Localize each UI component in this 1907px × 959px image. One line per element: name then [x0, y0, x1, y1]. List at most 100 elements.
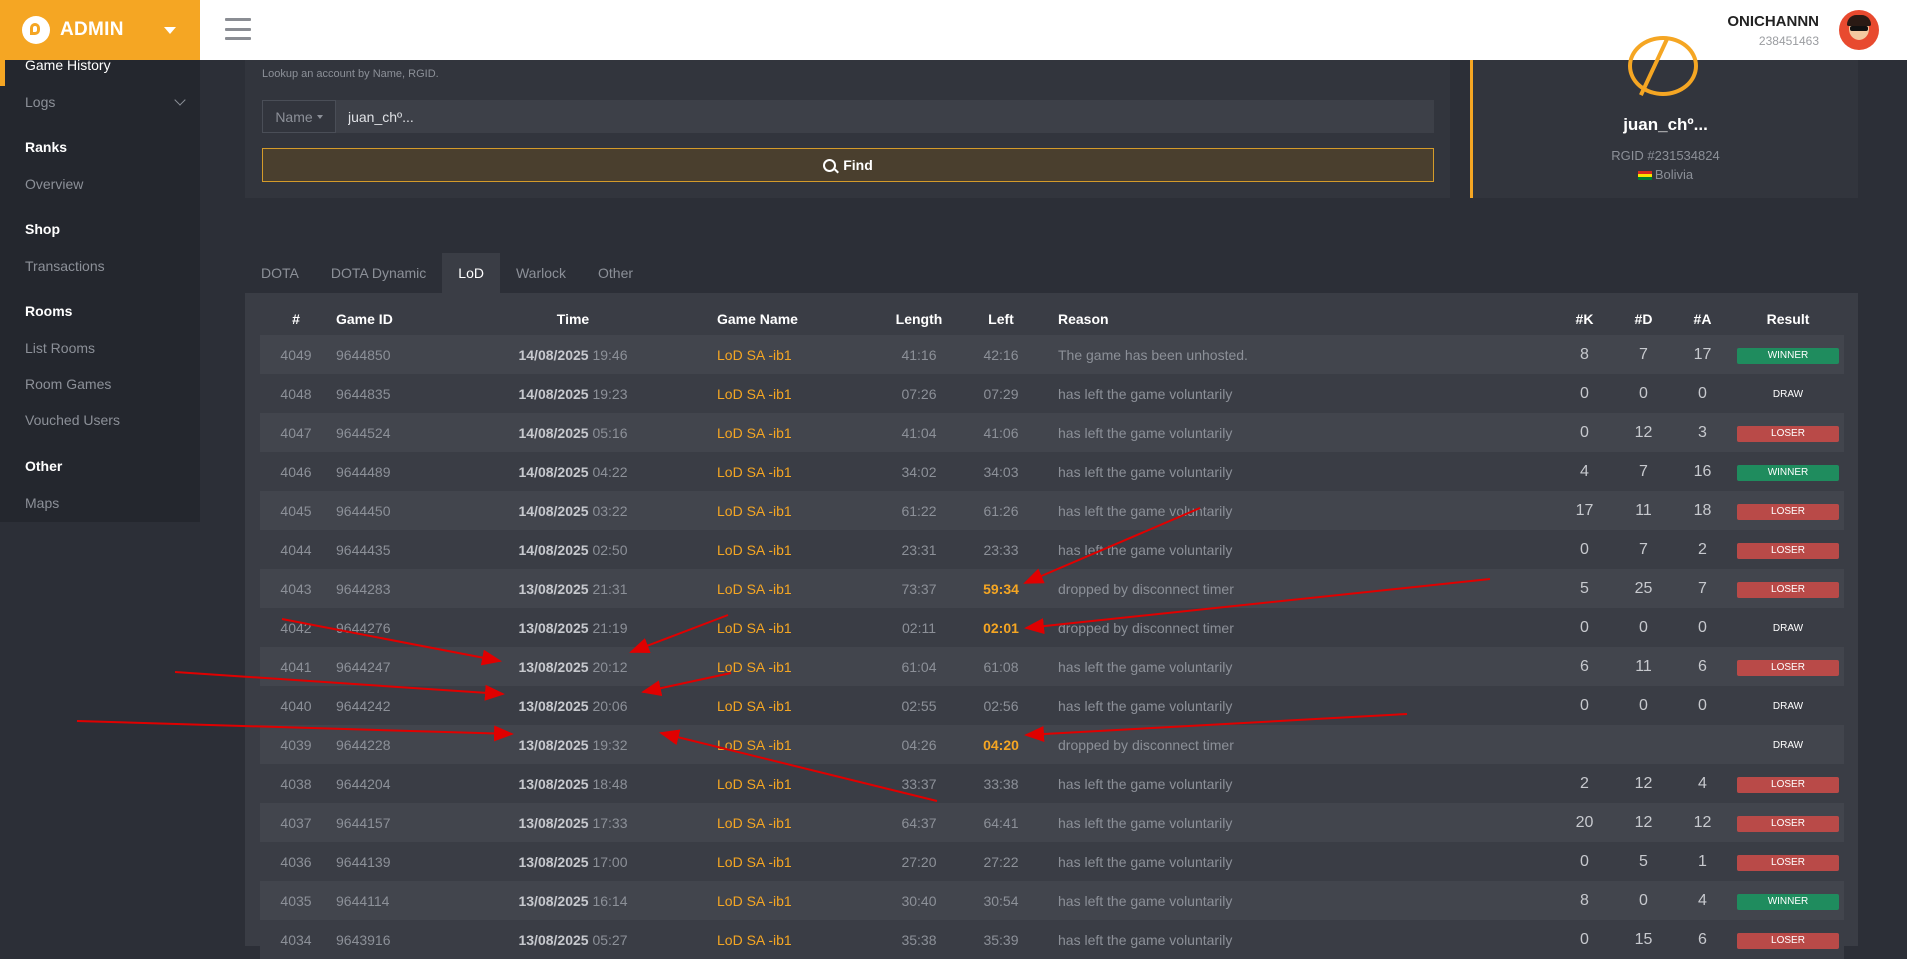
row-time: 13/08/2025 05:27 — [457, 920, 689, 959]
row-length: 27:20 — [868, 842, 970, 881]
col-header-time: Time — [556, 311, 590, 327]
row-num: 4040 — [260, 686, 332, 725]
row-kills: 0 — [1555, 920, 1614, 959]
row-left: 34:03 — [970, 452, 1032, 491]
row-date: 13/08/2025 — [518, 892, 589, 909]
user-name[interactable]: ONICHANNN — [1727, 13, 1819, 30]
row-game-id: 9644435 — [332, 530, 457, 569]
table-row[interactable]: 4043 9644283 13/08/2025 21:31 LoD SA -ib1 73… — [260, 569, 1844, 608]
row-deaths: 15 — [1614, 920, 1673, 959]
table-row[interactable]: 4038 9644204 13/08/2025 18:48 LoD SA -ib1 33… — [260, 764, 1844, 803]
find-button-label: Find — [843, 157, 873, 173]
sidebar-item-logs[interactable]: Logs — [25, 94, 55, 110]
row-reason: has left the game voluntarily — [1032, 686, 1555, 725]
row-date: 14/08/2025 — [518, 346, 589, 363]
row-reason: The game has been unhosted. — [1032, 335, 1555, 374]
table-row[interactable]: 4049 9644850 14/08/2025 19:46 LoD SA -ib1 41… — [260, 335, 1844, 374]
table-row[interactable]: 4042 9644276 13/08/2025 21:19 LoD SA -ib1 02… — [260, 608, 1844, 647]
row-left: 35:39 — [970, 920, 1032, 959]
row-time: 13/08/2025 17:00 — [457, 842, 689, 881]
row-time: 14/08/2025 19:23 — [457, 374, 689, 413]
row-kills: 0 — [1555, 842, 1614, 881]
row-result: LOSER — [1732, 569, 1844, 608]
row-game-name: LoD SA -ib1 — [689, 725, 868, 764]
row-date: 13/08/2025 — [518, 580, 589, 597]
sidebar-item-game-history[interactable]: Game History — [25, 57, 111, 73]
table-row[interactable]: 4044 9644435 14/08/2025 02:50 LoD SA -ib1 23… — [260, 530, 1844, 569]
row-assists: 18 — [1673, 491, 1732, 530]
tab-lod[interactable]: LoD — [442, 253, 500, 293]
row-deaths: 7 — [1614, 335, 1673, 374]
row-time: 13/08/2025 21:31 — [457, 569, 689, 608]
brand[interactable]: ADMIN — [0, 0, 200, 60]
row-game-id: 9644242 — [332, 686, 457, 725]
row-assists: 17 — [1673, 335, 1732, 374]
row-length: 61:04 — [868, 647, 970, 686]
table-row[interactable]: 4045 9644450 14/08/2025 03:22 LoD SA -ib1 61… — [260, 491, 1844, 530]
logo-icon — [22, 16, 50, 44]
row-date: 13/08/2025 — [518, 736, 589, 753]
row-date: 14/08/2025 — [518, 385, 589, 402]
sidebar-item-transactions[interactable]: Transactions — [25, 258, 105, 274]
col-header-left: Left — [988, 311, 1014, 327]
table-row[interactable]: 4039 9644228 13/08/2025 19:32 LoD SA -ib1 04… — [260, 725, 1844, 764]
row-game-name: LoD SA -ib1 — [689, 452, 868, 491]
sidebar-item-vouched-users[interactable]: Vouched Users — [25, 412, 120, 428]
profile-card: juan_chº... RGID #231534824 Bolivia — [1470, 36, 1858, 198]
result-badge: LOSER — [1737, 777, 1839, 793]
row-deaths — [1614, 725, 1673, 764]
hamburger-menu-icon[interactable] — [225, 18, 251, 40]
table-row[interactable]: 4048 9644835 14/08/2025 19:23 LoD SA -ib1 07… — [260, 374, 1844, 413]
row-deaths: 11 — [1614, 491, 1673, 530]
row-game-name: LoD SA -ib1 — [689, 413, 868, 452]
sidebar-item-list-rooms[interactable]: List Rooms — [25, 340, 95, 356]
row-deaths: 5 — [1614, 842, 1673, 881]
find-button[interactable]: Find — [262, 148, 1434, 182]
tab-warlock[interactable]: Warlock — [500, 253, 582, 293]
result-badge: DRAW — [1772, 389, 1804, 400]
caret-down-icon — [316, 114, 323, 119]
table-row[interactable]: 4035 9644114 13/08/2025 16:14 LoD SA -ib1 30… — [260, 881, 1844, 920]
table-row[interactable]: 4047 9644524 14/08/2025 05:16 LoD SA -ib1 41… — [260, 413, 1844, 452]
row-length: 73:37 — [868, 569, 970, 608]
row-result: DRAW — [1732, 725, 1844, 764]
tab-dota-dynamic[interactable]: DOTA Dynamic — [315, 253, 442, 293]
row-clock: 19:32 — [592, 736, 628, 753]
tab-dota[interactable]: DOTA — [245, 253, 315, 293]
table-row[interactable]: 4036 9644139 13/08/2025 17:00 LoD SA -ib1 27… — [260, 842, 1844, 881]
row-deaths: 12 — [1614, 413, 1673, 452]
tab-other[interactable]: Other — [582, 253, 649, 293]
table-row[interactable]: 4041 9644247 13/08/2025 20:12 LoD SA -ib1 61… — [260, 647, 1844, 686]
row-clock: 03:22 — [592, 502, 628, 519]
row-date: 13/08/2025 — [518, 931, 589, 948]
row-num: 4043 — [260, 569, 332, 608]
profile-country-label: Bolivia — [1654, 167, 1694, 182]
profile-rgid: RGID #231534824 — [1611, 148, 1720, 163]
row-num: 4037 — [260, 803, 332, 842]
row-game-name: LoD SA -ib1 — [689, 764, 868, 803]
row-game-id: 9644524 — [332, 413, 457, 452]
table-row[interactable]: 4040 9644242 13/08/2025 20:06 LoD SA -ib1 02… — [260, 686, 1844, 725]
table-row[interactable]: 4037 9644157 13/08/2025 17:33 LoD SA -ib1 64… — [260, 803, 1844, 842]
sidebar-item-maps[interactable]: Maps — [25, 495, 59, 511]
table-row[interactable]: 4046 9644489 14/08/2025 04:22 LoD SA -ib1 34… — [260, 452, 1844, 491]
search-input[interactable] — [336, 100, 1434, 133]
row-assists — [1673, 725, 1732, 764]
row-game-name: LoD SA -ib1 — [689, 530, 868, 569]
sidebar-item-overview[interactable]: Overview — [25, 176, 83, 192]
row-assists: 6 — [1673, 647, 1732, 686]
active-indicator — [0, 60, 5, 86]
table-row[interactable]: 4034 9643916 13/08/2025 05:27 LoD SA -ib1 35… — [260, 920, 1844, 959]
row-clock: 21:31 — [592, 580, 628, 597]
row-result: DRAW — [1732, 608, 1844, 647]
result-badge: LOSER — [1737, 660, 1839, 676]
sidebar-item-room-games[interactable]: Room Games — [25, 376, 111, 392]
chevron-down-icon[interactable] — [174, 94, 186, 106]
avatar[interactable] — [1839, 10, 1879, 50]
caret-down-icon[interactable] — [164, 26, 176, 34]
row-reason: has left the game voluntarily — [1032, 374, 1555, 413]
result-badge: WINNER — [1737, 348, 1839, 364]
row-kills: 4 — [1555, 452, 1614, 491]
search-type-select[interactable]: Name — [262, 100, 336, 133]
row-clock: 17:00 — [592, 853, 628, 870]
